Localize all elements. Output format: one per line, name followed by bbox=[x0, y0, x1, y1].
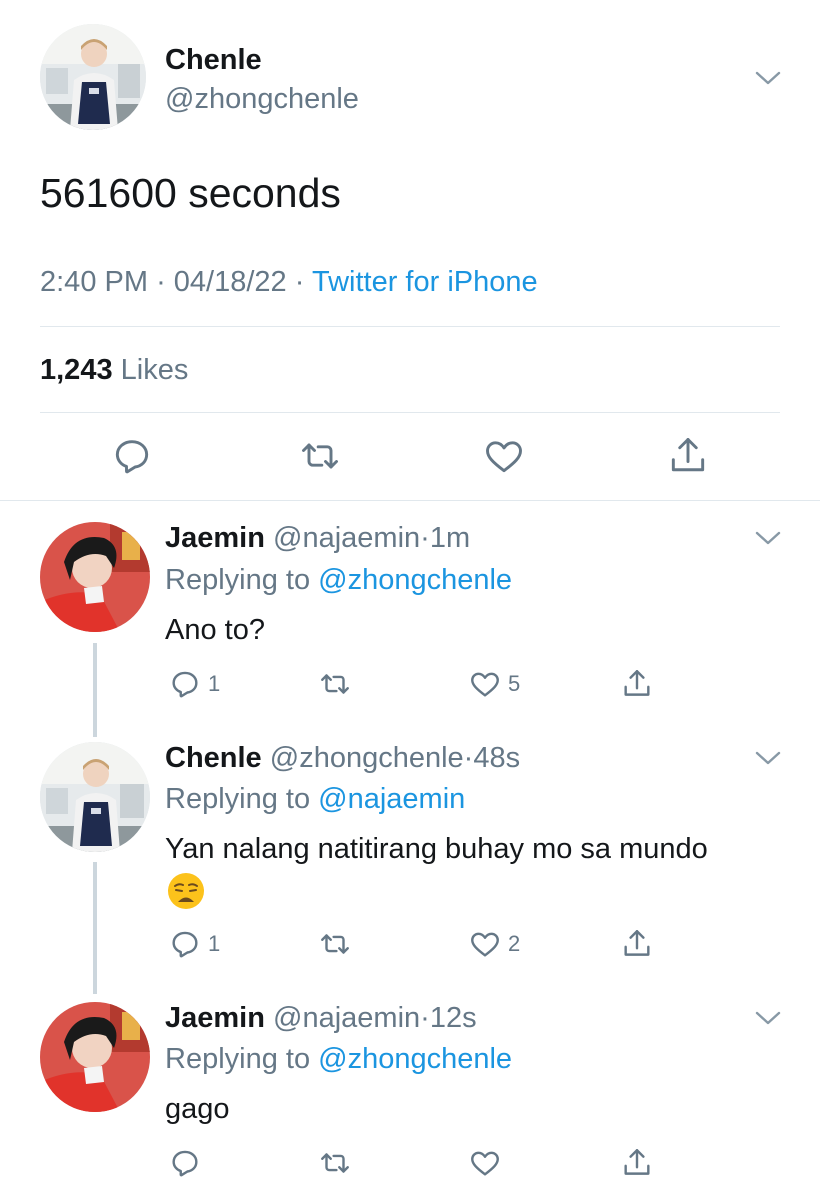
reply-author-handle[interactable]: @najaemin bbox=[273, 522, 420, 554]
reply-icon bbox=[115, 440, 149, 474]
retweet-button[interactable] bbox=[318, 667, 352, 701]
share-icon bbox=[671, 438, 705, 472]
heart-icon bbox=[471, 672, 499, 697]
tweet-meta: 2:40 PM · 04/18/22 · Twitter for iPhone bbox=[40, 266, 538, 299]
reply-author-name[interactable]: Jaemin bbox=[165, 1002, 265, 1034]
dot-separator: · bbox=[420, 1002, 430, 1034]
reply-text: gago bbox=[165, 1093, 230, 1125]
reply-text: Yan nalang natitirang buhay mo sa mundo bbox=[165, 833, 708, 865]
author-handle[interactable]: @zhongchenle bbox=[165, 83, 359, 116]
weary-face-emoji bbox=[168, 873, 204, 909]
share-icon bbox=[624, 1149, 650, 1175]
share-icon bbox=[624, 930, 650, 956]
divider bbox=[40, 326, 780, 327]
replying-to: Replying to @najaemin bbox=[165, 783, 465, 816]
tweet-text: 561600 seconds bbox=[40, 170, 341, 216]
reply-button[interactable]: 1 bbox=[168, 927, 220, 961]
reply-button[interactable]: 1 bbox=[168, 667, 220, 701]
share-button[interactable] bbox=[620, 1146, 654, 1180]
mention-link[interactable]: @zhongchenle bbox=[318, 1043, 512, 1075]
replying-to-label: Replying to bbox=[165, 783, 311, 815]
retweet-button[interactable] bbox=[298, 434, 342, 478]
reply-count: 1 bbox=[208, 671, 221, 696]
likes-stat[interactable]: 1,243 Likes bbox=[40, 354, 188, 387]
tweet-detail-page: Chenle @zhongchenle 561600 seconds 2:40 … bbox=[0, 0, 820, 1200]
replying-to: Replying to @zhongchenle bbox=[165, 564, 512, 597]
replying-to: Replying to @zhongchenle bbox=[165, 1043, 512, 1076]
reply-age: 48s bbox=[473, 742, 521, 774]
avatar[interactable] bbox=[40, 522, 150, 632]
reply-author-name[interactable]: Jaemin bbox=[165, 522, 265, 554]
likes-label: Likes bbox=[120, 354, 189, 386]
author-name[interactable]: Chenle bbox=[165, 44, 262, 77]
meta-separator: · bbox=[294, 266, 305, 298]
like-button[interactable]: 5 bbox=[468, 667, 520, 701]
heart-icon bbox=[486, 441, 522, 473]
retweet-icon bbox=[302, 443, 338, 469]
thread-line bbox=[93, 862, 97, 994]
reply-text: Ano to? bbox=[165, 614, 265, 646]
likes-count: 1,243 bbox=[40, 354, 113, 386]
dot-separator: · bbox=[463, 742, 474, 774]
like-count: 2 bbox=[508, 931, 521, 956]
retweet-button[interactable] bbox=[318, 1146, 352, 1180]
retweet-icon bbox=[321, 934, 349, 954]
chevron-down-icon[interactable] bbox=[755, 1010, 781, 1026]
tweet-source-link[interactable]: Twitter for iPhone bbox=[312, 266, 538, 298]
share-icon bbox=[624, 670, 650, 696]
reply-header: Chenle @zhongchenle·48s bbox=[165, 742, 520, 775]
like-button[interactable] bbox=[468, 1146, 502, 1180]
chevron-down-icon[interactable] bbox=[755, 750, 781, 766]
reply-header: Jaemin @najaemin·1m bbox=[165, 522, 470, 555]
heart-icon bbox=[471, 1151, 499, 1176]
share-button[interactable] bbox=[620, 667, 654, 701]
dot-separator: · bbox=[420, 522, 430, 554]
retweet-icon bbox=[321, 674, 349, 694]
mention-link[interactable]: @najaemin bbox=[318, 783, 465, 815]
mention-link[interactable]: @zhongchenle bbox=[318, 564, 512, 596]
tweet-date: 04/18/22 bbox=[173, 266, 287, 298]
meta-separator: · bbox=[156, 266, 166, 298]
tweet-time: 2:40 PM bbox=[40, 266, 148, 298]
share-button[interactable] bbox=[620, 927, 654, 961]
reply-author-name[interactable]: Chenle bbox=[165, 742, 262, 774]
avatar[interactable] bbox=[40, 24, 146, 130]
chevron-down-icon[interactable] bbox=[755, 530, 781, 546]
reply-header: Jaemin @najaemin·12s bbox=[165, 1002, 477, 1035]
retweet-icon bbox=[321, 1153, 349, 1173]
reply-icon bbox=[172, 671, 198, 698]
like-button[interactable]: 2 bbox=[468, 927, 520, 961]
share-button[interactable] bbox=[666, 434, 710, 478]
reply-button[interactable] bbox=[110, 434, 154, 478]
like-count: 5 bbox=[508, 671, 521, 696]
reply-age: 12s bbox=[429, 1002, 477, 1034]
reply-button[interactable] bbox=[168, 1146, 202, 1180]
replying-to-label: Replying to bbox=[165, 564, 311, 596]
reply-icon bbox=[172, 1150, 198, 1177]
retweet-button[interactable] bbox=[318, 927, 352, 961]
heart-icon bbox=[471, 932, 499, 957]
divider bbox=[40, 412, 780, 413]
reply-icon bbox=[172, 931, 198, 958]
avatar[interactable] bbox=[40, 742, 150, 852]
reply-age: 1m bbox=[429, 522, 471, 554]
reply-count: 1 bbox=[208, 931, 221, 956]
reply-author-handle[interactable]: @zhongchenle bbox=[270, 742, 464, 774]
replying-to-label: Replying to bbox=[165, 1043, 311, 1075]
divider bbox=[0, 500, 820, 501]
thread-line bbox=[93, 643, 97, 737]
chevron-down-icon[interactable] bbox=[755, 70, 781, 86]
like-button[interactable] bbox=[482, 434, 526, 478]
avatar[interactable] bbox=[40, 1002, 150, 1112]
reply-author-handle[interactable]: @najaemin bbox=[273, 1002, 420, 1034]
